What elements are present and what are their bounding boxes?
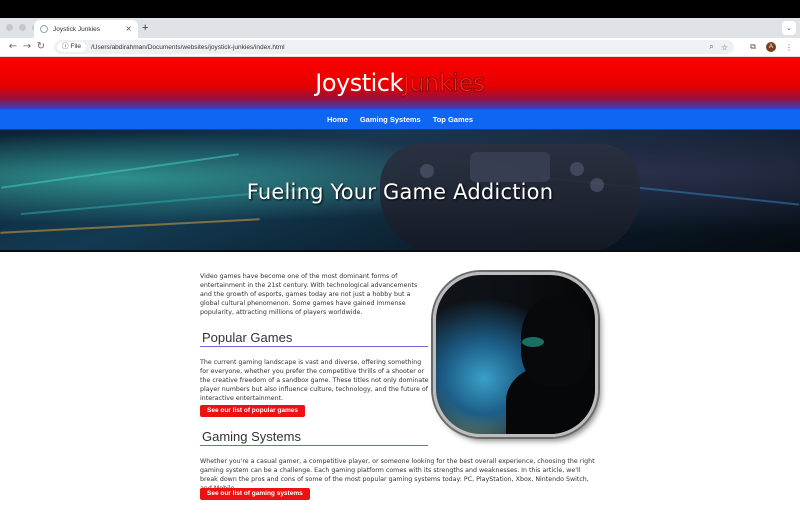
bookmark-star-icon[interactable]: ☆	[721, 43, 728, 52]
logo-part-2: Junkies	[402, 69, 486, 98]
headset-mic-glow	[522, 337, 544, 347]
site-header: JoystickJunkies	[0, 57, 800, 109]
tab-title: Joystick Junkies	[53, 25, 100, 33]
hero-banner: Fueling Your Game Addiction	[0, 130, 800, 250]
file-chip-label: File	[70, 43, 81, 50]
controller-button	[570, 162, 584, 176]
menu-kebab-icon[interactable]: ⋮	[784, 43, 794, 52]
tab-strip: Joystick Junkies × + ⌄	[0, 18, 800, 38]
hero-light-streak	[0, 218, 260, 234]
popular-games-button[interactable]: See our list of popular games	[200, 405, 306, 417]
globe-icon	[40, 25, 48, 33]
address-bar[interactable]: ⓘ File /Users/abdirahman/Documents/websit…	[54, 40, 734, 54]
close-tab-icon[interactable]: ×	[125, 25, 132, 33]
url-text[interactable]: /Users/abdirahman/Documents/websites/joy…	[91, 44, 702, 51]
site-info-chip[interactable]: ⓘ File	[57, 42, 86, 52]
hero-divider	[0, 250, 800, 252]
info-icon: ⓘ	[62, 43, 69, 50]
hero-title: Fueling Your Game Addiction	[246, 180, 554, 204]
close-window-icon[interactable]	[6, 24, 13, 31]
gamer-photo	[433, 272, 598, 437]
gaming-systems-button[interactable]: See our list of gaming systems	[200, 488, 310, 500]
logo-part-1: Joystick	[315, 69, 403, 97]
extensions-icon[interactable]: ⧉	[748, 42, 758, 52]
gaming-systems-heading: Gaming Systems	[200, 429, 428, 446]
controller-touchpad	[470, 152, 550, 182]
main-nav: Home Gaming Systems Top Games	[0, 109, 800, 130]
forward-button[interactable]: →	[20, 40, 34, 54]
nav-link-gaming-systems[interactable]: Gaming Systems	[360, 115, 421, 124]
back-button[interactable]: ←	[6, 40, 20, 54]
nav-link-top-games[interactable]: Top Games	[433, 115, 473, 124]
controller-dpad	[420, 164, 434, 178]
new-tab-button[interactable]: +	[142, 21, 148, 35]
popular-games-paragraph: The current gaming landscape is vast and…	[200, 359, 429, 402]
nav-link-home[interactable]: Home	[327, 115, 348, 124]
popular-games-heading: Popular Games	[200, 330, 428, 347]
profile-avatar[interactable]: A	[766, 42, 776, 52]
reload-button[interactable]: ↻	[34, 40, 48, 54]
window-top-bar	[0, 0, 800, 18]
site-logo[interactable]: JoystickJunkies	[315, 69, 486, 98]
tab-search-button[interactable]: ⌄	[782, 21, 796, 35]
browser-tab[interactable]: Joystick Junkies ×	[34, 20, 138, 38]
browser-toolbar: ← → ↻ ⓘ File /Users/abdirahman/Documents/…	[0, 38, 800, 57]
zoom-icon[interactable]: ⌕	[709, 42, 713, 52]
intro-paragraph: Video games have become one of the most …	[200, 273, 418, 316]
minimize-window-icon[interactable]	[19, 24, 26, 31]
